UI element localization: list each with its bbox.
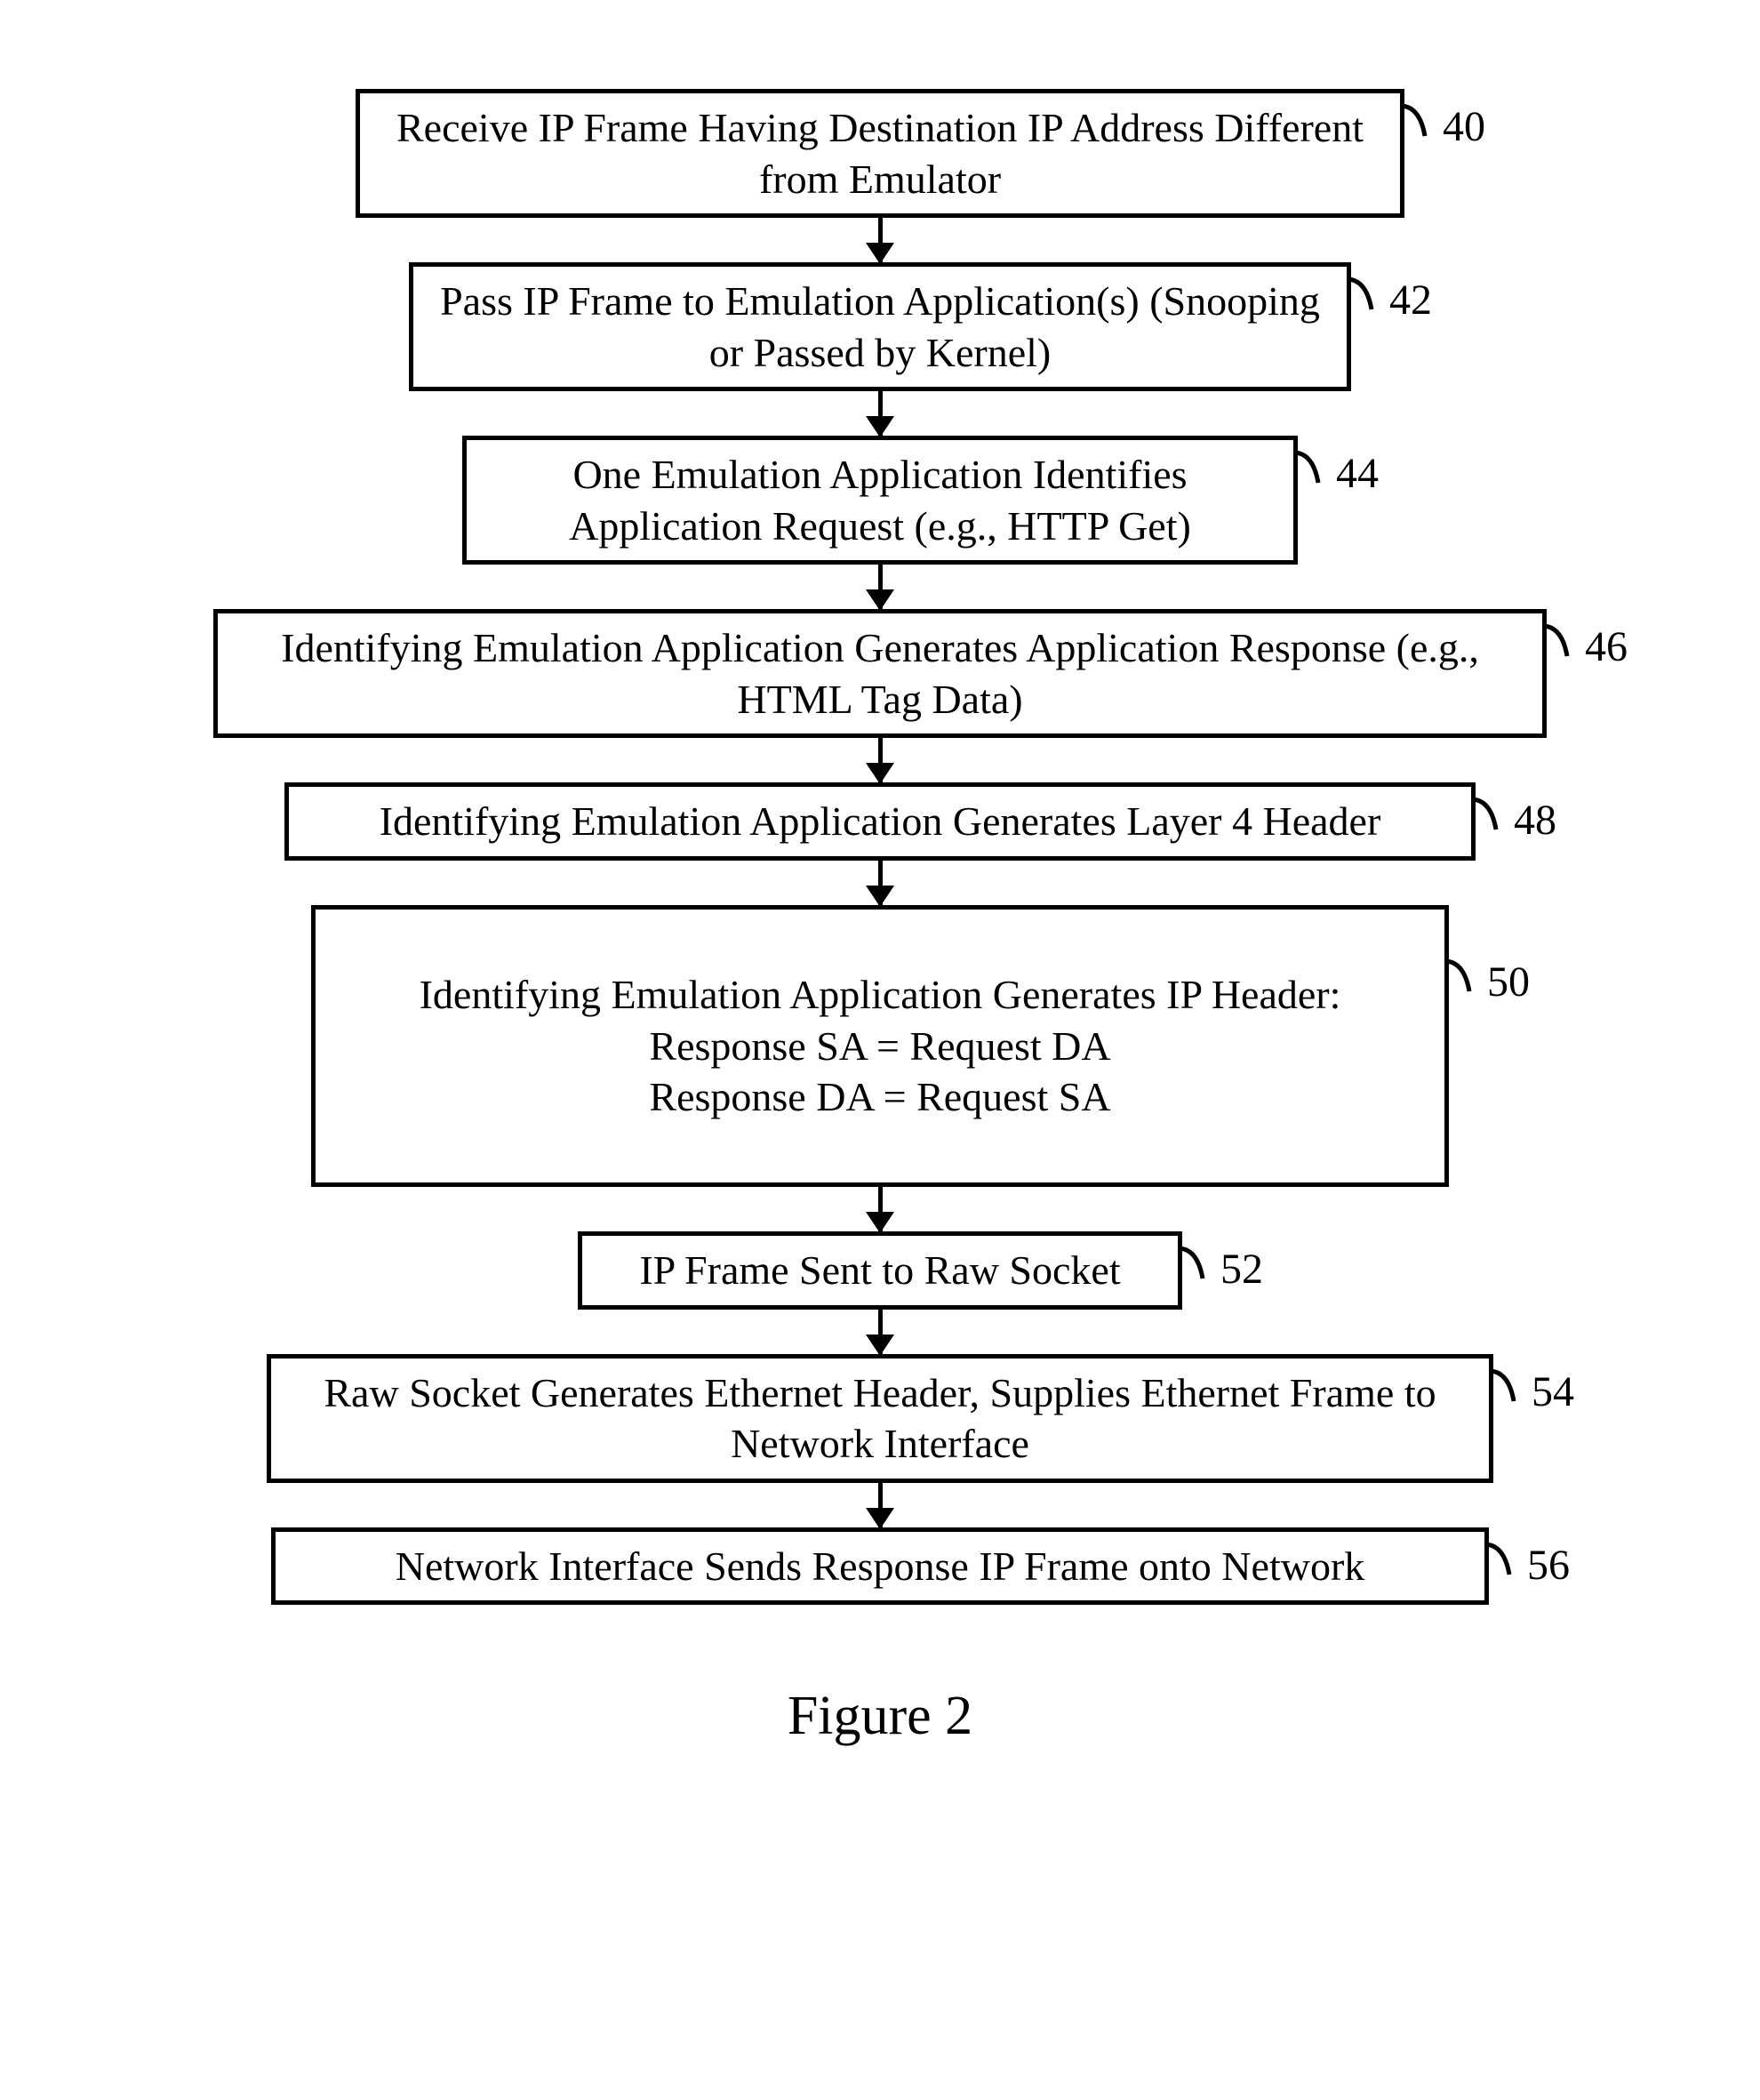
step-label: 52 (1220, 1243, 1263, 1296)
arrow-icon (878, 1310, 883, 1354)
box-wrapper: Receive IP Frame Having Destination IP A… (356, 89, 1404, 218)
label-tick: 56 (1484, 1537, 1570, 1592)
step-text: Network Interface Sends Response IP Fram… (396, 1543, 1365, 1589)
arrow-icon (878, 565, 883, 609)
curve-icon (1489, 1360, 1528, 1405)
curve-icon (1400, 95, 1439, 140)
box-wrapper: Network Interface Sends Response IP Fram… (271, 1527, 1489, 1606)
box-wrapper: IP Frame Sent to Raw Socket 52 (578, 1231, 1182, 1310)
curve-icon (1444, 950, 1484, 995)
curve-icon (1471, 789, 1510, 833)
curve-icon (1484, 1534, 1524, 1578)
curve-icon (1347, 269, 1386, 313)
flow-step: IP Frame Sent to Raw Socket 52 (124, 1231, 1636, 1310)
box-wrapper: Identifying Emulation Application Genera… (284, 782, 1476, 861)
arrow-icon (878, 861, 883, 905)
box-wrapper: Identifying Emulation Application Genera… (213, 609, 1547, 738)
label-tick: 46 (1542, 619, 1628, 674)
curve-icon (1542, 615, 1581, 660)
step-label: 46 (1585, 621, 1628, 674)
box-wrapper: Identifying Emulation Application Genera… (311, 905, 1449, 1188)
flow-step: Identifying Emulation Application Genera… (124, 782, 1636, 861)
step-box: Pass IP Frame to Emulation Application(s… (409, 262, 1351, 391)
step-box: Identifying Emulation Application Genera… (284, 782, 1476, 861)
arrow-icon (878, 1483, 883, 1527)
label-tick: 48 (1471, 792, 1556, 847)
flowchart-container: Receive IP Frame Having Destination IP A… (124, 89, 1636, 1748)
step-label: 42 (1389, 274, 1432, 327)
step-label: 50 (1487, 956, 1530, 1009)
label-tick: 54 (1489, 1364, 1574, 1419)
arrow-icon (878, 218, 883, 262)
arrow-icon (878, 738, 883, 782)
step-box: IP Frame Sent to Raw Socket 52 (578, 1231, 1182, 1310)
step-label: 54 (1532, 1366, 1574, 1419)
flow-step: Network Interface Sends Response IP Fram… (124, 1527, 1636, 1606)
step-label: 56 (1527, 1539, 1570, 1592)
step-box: Identifying Emulation Application Genera… (311, 905, 1449, 1188)
arrow-icon (878, 391, 883, 436)
flow-step: Raw Socket Generates Ethernet Header, Su… (124, 1354, 1636, 1483)
step-label: 40 (1443, 100, 1485, 154)
curve-icon (1178, 1238, 1217, 1282)
step-text: Identifying Emulation Application Genera… (380, 798, 1381, 844)
step-text: IP Frame Sent to Raw Socket (639, 1247, 1120, 1293)
label-tick: 50 (1444, 954, 1530, 1009)
step-label: 48 (1514, 794, 1556, 847)
flow-step: Receive IP Frame Having Destination IP A… (124, 89, 1636, 218)
box-wrapper: Raw Socket Generates Ethernet Header, Su… (267, 1354, 1493, 1483)
flow-step: Identifying Emulation Application Genera… (124, 905, 1636, 1188)
step-box: Raw Socket Generates Ethernet Header, Su… (267, 1354, 1493, 1483)
step-text: One Emulation Application Identifies App… (569, 452, 1191, 549)
step-text: Pass IP Frame to Emulation Application(s… (440, 278, 1320, 375)
arrow-icon (878, 1187, 883, 1231)
flow-step: One Emulation Application Identifies App… (124, 436, 1636, 565)
step-text: Receive IP Frame Having Destination IP A… (396, 105, 1364, 202)
curve-icon (1293, 442, 1332, 486)
step-box: One Emulation Application Identifies App… (462, 436, 1298, 565)
label-tick: 40 (1400, 99, 1485, 154)
label-tick: 52 (1178, 1241, 1263, 1296)
box-wrapper: One Emulation Application Identifies App… (462, 436, 1298, 565)
figure-caption: Figure 2 (788, 1685, 972, 1748)
step-text: Identifying Emulation Application Genera… (420, 972, 1341, 1119)
step-box: Network Interface Sends Response IP Fram… (271, 1527, 1489, 1606)
label-tick: 42 (1347, 272, 1432, 327)
label-tick: 44 (1293, 445, 1379, 501)
flow-step: Pass IP Frame to Emulation Application(s… (124, 262, 1636, 391)
step-box: Identifying Emulation Application Genera… (213, 609, 1547, 738)
box-wrapper: Pass IP Frame to Emulation Application(s… (409, 262, 1351, 391)
step-text: Identifying Emulation Application Genera… (281, 625, 1479, 722)
step-text: Raw Socket Generates Ethernet Header, Su… (324, 1370, 1436, 1467)
step-box: Receive IP Frame Having Destination IP A… (356, 89, 1404, 218)
flow-step: Identifying Emulation Application Genera… (124, 609, 1636, 738)
step-label: 44 (1336, 447, 1379, 501)
